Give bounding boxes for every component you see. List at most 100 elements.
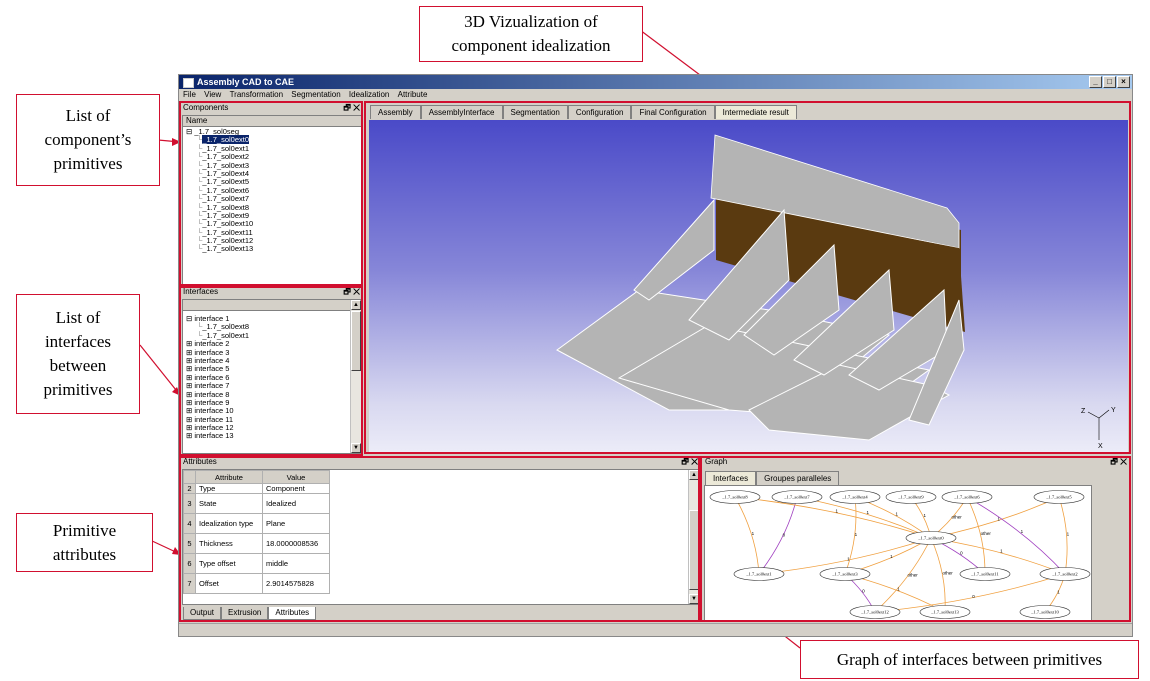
graph-edge-label: 1 [1000, 549, 1003, 554]
row-number: 2 [183, 483, 196, 494]
graph-edge-label: 1 [1067, 531, 1070, 536]
graph-edge-label: 1 [895, 512, 898, 517]
graph-edge-label: 1 [855, 532, 858, 537]
dock-close-icons[interactable]: 🗗 ✕ [1110, 457, 1127, 467]
axis-y-label: Y [1111, 407, 1116, 414]
app-icon [183, 77, 194, 88]
menu-attribute[interactable]: Attribute [398, 90, 428, 99]
tab-assembly-interface[interactable]: AssemblyInterface [420, 105, 503, 119]
callout-primitive-attributes: Primitive attributes [16, 513, 153, 572]
menu-segmentation[interactable]: Segmentation [291, 90, 340, 99]
graph-node-label: _1.7_sol0ext10 [1030, 610, 1059, 615]
graph-edge-label: 0 [960, 551, 963, 556]
attributes-panel-title: Attributes 🗗 ✕ [183, 457, 698, 467]
callout-3d-visualization: 3D Vizualization of component idealizati… [419, 6, 643, 62]
component-item[interactable]: └_1.7_sol0ext13 [183, 245, 361, 253]
menu-bar: File View Transformation Segmentation Id… [179, 90, 1132, 100]
tab-assembly[interactable]: Assembly [370, 105, 421, 119]
tab-intermediate-result[interactable]: Intermediate result [714, 105, 797, 119]
axis-z-label: Z [1081, 408, 1086, 415]
tab-extrusion[interactable]: Extrusion [221, 607, 269, 620]
table-row[interactable]: 4 Idealization type Plane [183, 513, 330, 534]
graph-edge-label: 0 [783, 532, 786, 537]
table-row[interactable]: 3 State Idealized [183, 493, 330, 514]
graph-node-label: _1.7_sol0ext4 [841, 495, 868, 500]
3d-viewport[interactable]: Y Z X [369, 120, 1128, 453]
graph-edge-label: 0 [862, 588, 865, 593]
table-row[interactable]: 6 Type offset middle [183, 553, 330, 574]
tab-groupes-paralleles[interactable]: Groupes paralleles [756, 471, 840, 485]
idealized-model: Y Z X [556, 134, 1116, 450]
graph-edge-label: other [981, 531, 992, 536]
attribute-name: Offset [195, 573, 263, 594]
graph-edge-label: 1 [923, 513, 926, 518]
graph-node-label: _1.7_sol0ext13 [930, 610, 959, 615]
graph-edge-label: other [942, 571, 953, 576]
attribute-value[interactable]: 18.0000008536 [262, 533, 330, 554]
attribute-value[interactable]: Plane [262, 513, 330, 534]
row-number: 5 [183, 533, 196, 554]
graph-panel-title: Graph 🗗 ✕ [705, 457, 1127, 467]
graph-edge [734, 496, 760, 575]
graph-edge-label: other [907, 572, 918, 577]
axis-x-label: X [1098, 443, 1103, 450]
axes-triad-icon [1087, 409, 1110, 440]
tab-output[interactable]: Output [183, 607, 222, 620]
graph-panel: Graph 🗗 ✕ Interfaces Groupes paralleles … [703, 457, 1130, 622]
attribute-name: Type offset [195, 553, 263, 574]
attribute-name: State [195, 493, 263, 514]
attribute-name: Thickness [195, 533, 263, 554]
attribute-value[interactable]: Idealized [262, 493, 330, 514]
attributes-scrollbar[interactable]: ▲ ▼ [688, 470, 699, 604]
interfaces-panel: Interfaces 🗗 ✕ ⊟ interface 1 └_1.7_sol0ex… [181, 287, 363, 455]
attribute-name: Type [195, 483, 263, 494]
callout-interfaces-graph: Graph of interfaces between primitives [800, 640, 1139, 679]
graph-edge-label: 1 [1021, 529, 1024, 534]
graph-edge-label: 1 [1057, 590, 1060, 595]
graph-edge-label: other [951, 514, 962, 519]
interfaces-panel-title: Interfaces 🗗 ✕ [183, 287, 360, 297]
tab-segmentation[interactable]: Segmentation [502, 105, 568, 119]
interfaces-scrollbar[interactable]: ▲ ▼ [350, 300, 361, 453]
title-bar: Assembly CAD to CAE _ □ × [179, 75, 1132, 89]
graph-node-label: _1.7_sol0ext6 [953, 495, 980, 500]
maximize-button[interactable]: □ [1103, 76, 1116, 88]
table-row[interactable]: 7 Offset 2.9014575828 [183, 573, 330, 594]
interface-item[interactable]: ⊞ interface 13 [183, 432, 361, 440]
attribute-value[interactable]: 2.9014575828 [262, 573, 330, 594]
graph-node-label: _1.7_sol0ext12 [860, 610, 889, 615]
graph-node-label: _1.7_sol0ext2 [1051, 572, 1077, 577]
tab-interfaces[interactable]: Interfaces [705, 471, 757, 485]
menu-file[interactable]: File [183, 90, 196, 99]
attributes-bottom-tabs: Output Extrusion Attributes [183, 607, 317, 620]
table-row[interactable]: 5 Thickness 18.0000008536 [183, 533, 330, 554]
graph-node-label: _1.7_sol0ext5 [1045, 495, 1072, 500]
close-button[interactable]: × [1117, 76, 1130, 88]
attributes-table-area: Attribute Value 2 Type Component 3 State Idea… [182, 469, 700, 605]
attribute-value[interactable]: middle [262, 553, 330, 574]
menu-view[interactable]: View [204, 90, 221, 99]
minimize-button[interactable]: _ [1089, 76, 1102, 88]
components-tree: Name ⊟ _1.7_sol0seg └_1.7_sol0ext0 └_1.7_s… [182, 115, 362, 285]
graph-node-label: _1.7_sol0ext11 [970, 572, 998, 577]
graph-edge-label: 1 [897, 587, 900, 592]
graph-node-label: _1.7_sol0ext8 [721, 495, 748, 500]
view-area: Assembly AssemblyInterface Segmentation … [367, 103, 1130, 455]
menu-idealization[interactable]: Idealization [349, 90, 389, 99]
dock-close-icons[interactable]: 🗗 ✕ [343, 103, 360, 113]
graph-canvas[interactable]: 1 0 1 1 1 other 1 1 1 1 1 0 1 other other 0 0 1 1 1 other 1 _1… [704, 485, 1092, 621]
row-number: 6 [183, 553, 196, 574]
rib-1 [633, 198, 715, 301]
interfaces-graph: 1 01 1 1 other 11 11 10 1other other00111 other1_1… [709, 490, 1091, 619]
tab-configuration[interactable]: Configuration [567, 105, 632, 119]
graph-node-label: _1.7_sol0ext7 [783, 495, 810, 500]
dock-close-icons[interactable]: 🗗 ✕ [343, 287, 360, 297]
tab-attributes[interactable]: Attributes [268, 607, 317, 620]
tab-final-configuration[interactable]: Final Configuration [631, 105, 715, 119]
attribute-value[interactable]: Component [262, 483, 330, 494]
col-attribute: Attribute [195, 470, 263, 484]
dock-close-icons[interactable]: 🗗 ✕ [681, 457, 698, 467]
table-row[interactable]: 2 Type Component [183, 483, 330, 494]
row-number: 3 [183, 493, 196, 514]
menu-transformation[interactable]: Transformation [230, 90, 284, 99]
